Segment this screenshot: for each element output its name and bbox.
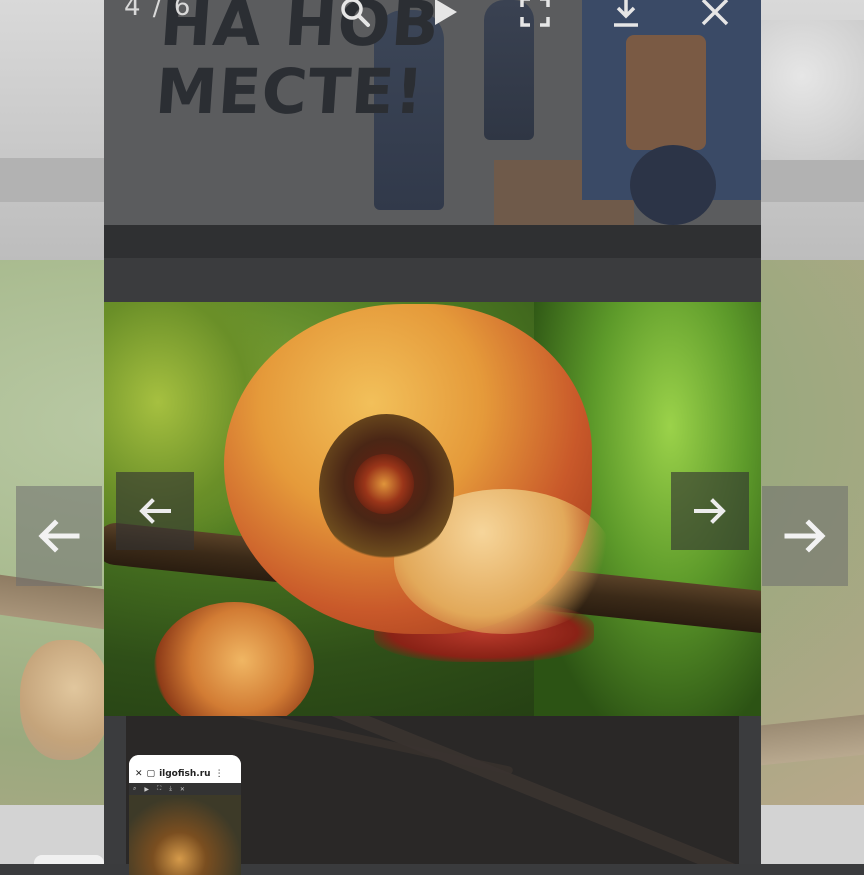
backdrop-thumbnail: [34, 855, 104, 864]
backdrop-snail: [20, 640, 110, 760]
thumb-url-bar: ✕ ▢ ilgofish.ru ⋮: [129, 765, 241, 783]
close-button[interactable]: [693, 0, 737, 34]
poster-machine-wheel: [630, 145, 716, 225]
arrow-right-icon: [784, 519, 826, 553]
thumb-site-name: ilgofish.ru: [159, 769, 211, 779]
thumb-toolbar: ⌕ ▶ ⛶ ⤓ ✕: [129, 783, 241, 795]
fullscreen-button[interactable]: [513, 0, 557, 34]
arrow-left-icon: [139, 498, 171, 524]
download-button[interactable]: [604, 0, 648, 34]
backdrop-prev-button: [16, 486, 102, 586]
backdrop-next-button: [762, 486, 848, 586]
play-icon: ▶: [144, 785, 149, 793]
menu-icon: ⋮: [214, 769, 224, 779]
slideshow-button[interactable]: [423, 0, 467, 34]
photo-snail-shell: [224, 304, 614, 634]
current-image-snail[interactable]: [104, 302, 761, 716]
search-icon: [341, 0, 370, 27]
arrow-right-icon: [694, 498, 726, 524]
poster-machine-door: [626, 35, 706, 150]
backdrop-blob: [760, 20, 864, 160]
shell-center: [354, 454, 414, 514]
photo-small-snail: [154, 602, 314, 716]
image-counter: 4 / 6: [124, 0, 193, 22]
download-icon: ⤓: [169, 785, 172, 792]
download-icon: [614, 0, 638, 27]
close-icon: ✕: [179, 785, 185, 793]
thumb-status-bar: [129, 755, 241, 765]
close-icon: [701, 0, 729, 26]
next-image-button[interactable]: [671, 472, 749, 550]
lightbox-panel: НА НОВ МЕСТЕ! 4 / 6: [104, 0, 761, 864]
zoom-button[interactable]: [333, 0, 377, 34]
thumb-image: [129, 795, 241, 875]
play-icon: [435, 0, 457, 25]
search-icon: ⌕: [133, 785, 137, 792]
viewer-toolbar: 4 / 6: [104, 0, 761, 40]
close-icon: ✕: [135, 769, 143, 779]
bookmark-icon: ▢: [146, 769, 156, 779]
arrow-left-icon: [38, 519, 80, 553]
poster-caption-band: [104, 225, 761, 258]
fullscreen-icon: [520, 0, 550, 27]
screenshot-thumbnail[interactable]: ✕ ▢ ilgofish.ru ⋮ ⌕ ▶ ⛶ ⤓ ✕: [129, 755, 241, 875]
prev-image-button[interactable]: [116, 472, 194, 550]
fullscreen-icon: ⛶: [157, 785, 162, 792]
